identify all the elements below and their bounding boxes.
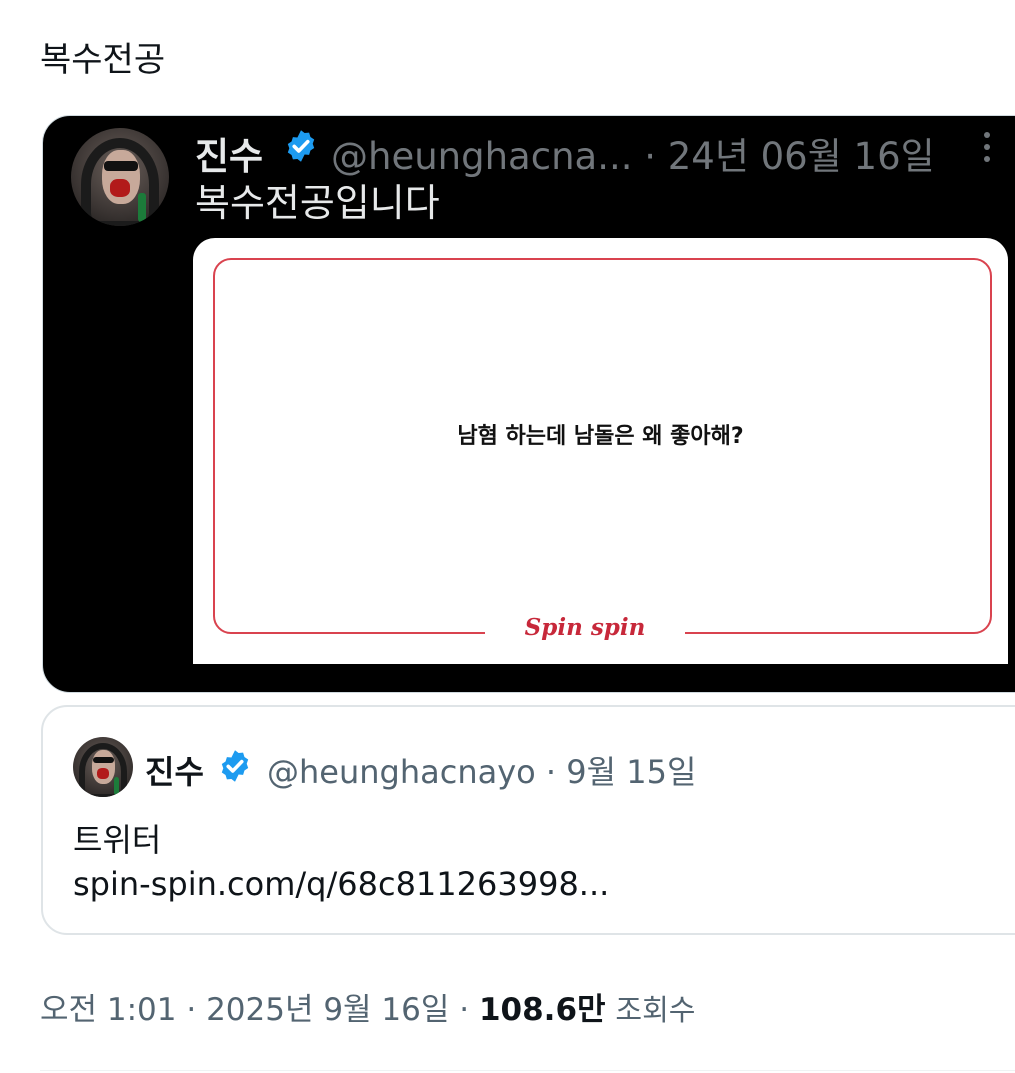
tweet-media-image[interactable]: 진수 @heunghacna... · 24년 06월 16일 복수전공입니다 … <box>42 115 1015 693</box>
divider <box>40 1070 1015 1071</box>
verified-badge-icon <box>221 750 249 782</box>
verified-badge-icon <box>287 130 315 162</box>
quote-text-line: 트위터 <box>73 821 162 859</box>
views-count: 108.6만 <box>478 992 606 1028</box>
views-label: 조회수 <box>615 993 696 1027</box>
tweet-timestamp[interactable]: 오전 1:01 · 2025년 9월 16일 · <box>40 992 479 1028</box>
card-question: 남혐 하는데 남돌은 왜 좋아해? <box>457 424 744 449</box>
question-card: 남혐 하는데 남돌은 왜 좋아해? Spin spin <box>193 238 1008 668</box>
quote-avatar[interactable] <box>73 737 133 797</box>
spinspin-logo: Spin spin <box>524 614 646 641</box>
more-dots-icon <box>979 132 995 166</box>
quote-author-handle-time[interactable]: @heunghacnayo · 9월 15일 <box>267 747 696 793</box>
tweet-meta: 오전 1:01 · 2025년 9월 16일 · 108.6만 조회수 <box>40 984 695 1029</box>
quote-link-text[interactable]: spin-spin.com/q/68c811263998... <box>73 865 609 903</box>
tweet-text: 복수전공 <box>40 40 166 80</box>
media-post-text: 복수전공입니다 <box>195 181 440 225</box>
quote-author-name[interactable]: 진수 <box>145 747 204 793</box>
quoted-tweet[interactable]: 진수 @heunghacnayo · 9월 15일 트위터 spin-spin.… <box>41 705 1015 935</box>
media-avatar <box>71 128 169 226</box>
